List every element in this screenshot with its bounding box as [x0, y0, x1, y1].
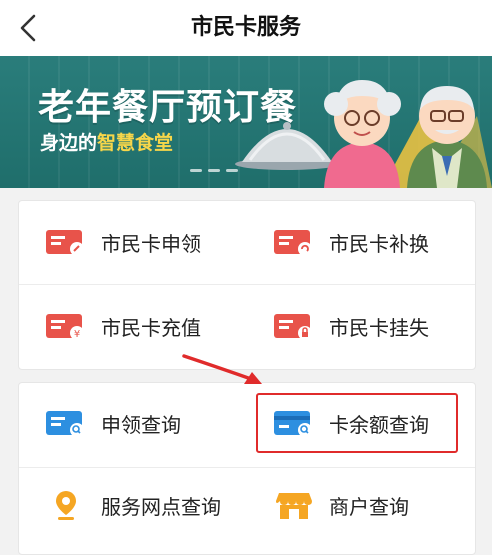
card-replace-item[interactable]: 市民卡补换 [273, 227, 429, 257]
row-divider [19, 284, 475, 285]
merchant-query-item[interactable]: 商户查询 [273, 490, 409, 520]
card-lock-icon [273, 311, 315, 341]
apply-query-icon [45, 408, 87, 438]
card-services-panel: 市民卡申领 市民卡补换 ¥ 市民卡充值 市民卡挂失 [18, 200, 476, 370]
service-point-query-item[interactable]: 服务网点查询 [45, 490, 221, 520]
promo-banner[interactable]: 老年餐厅预订餐 身边的智慧食堂 [0, 56, 492, 188]
card-apply-label: 市民卡申领 [101, 231, 201, 256]
card-replace-label: 市民卡补换 [329, 231, 429, 256]
apply-query-item[interactable]: 申领查询 [45, 408, 181, 438]
banner-pager-dots [190, 169, 238, 172]
merchant-query-label: 商户查询 [329, 494, 409, 519]
card-recharge-item[interactable]: ¥ 市民卡充值 [45, 311, 201, 341]
row-divider [19, 467, 475, 468]
banner-subtitle: 身边的智慧食堂 [40, 128, 173, 155]
location-pin-icon [45, 490, 87, 520]
shop-icon [273, 490, 315, 520]
annotation-arrow [182, 354, 262, 384]
card-apply-item[interactable]: 市民卡申领 [45, 227, 201, 257]
card-replace-icon [273, 227, 315, 257]
svg-text:¥: ¥ [74, 329, 80, 340]
banner-subtitle-prefix: 身边的 [40, 132, 98, 154]
apply-query-label: 申领查询 [101, 412, 181, 437]
annotation-highlight-box [256, 393, 458, 453]
card-lock-label: 市民卡挂失 [329, 315, 429, 340]
banner-subtitle-highlight: 智慧食堂 [97, 132, 174, 154]
page-title: 市民卡服务 [190, 15, 301, 40]
elderly-couple-illustration [235, 80, 492, 188]
card-apply-icon [45, 227, 87, 257]
top-nav-bar: 市民卡服务 [0, 0, 492, 56]
card-recharge-label: 市民卡充值 [101, 315, 201, 340]
card-recharge-icon: ¥ [45, 311, 87, 341]
card-lock-item[interactable]: 市民卡挂失 [273, 311, 429, 341]
service-point-query-label: 服务网点查询 [101, 494, 221, 519]
